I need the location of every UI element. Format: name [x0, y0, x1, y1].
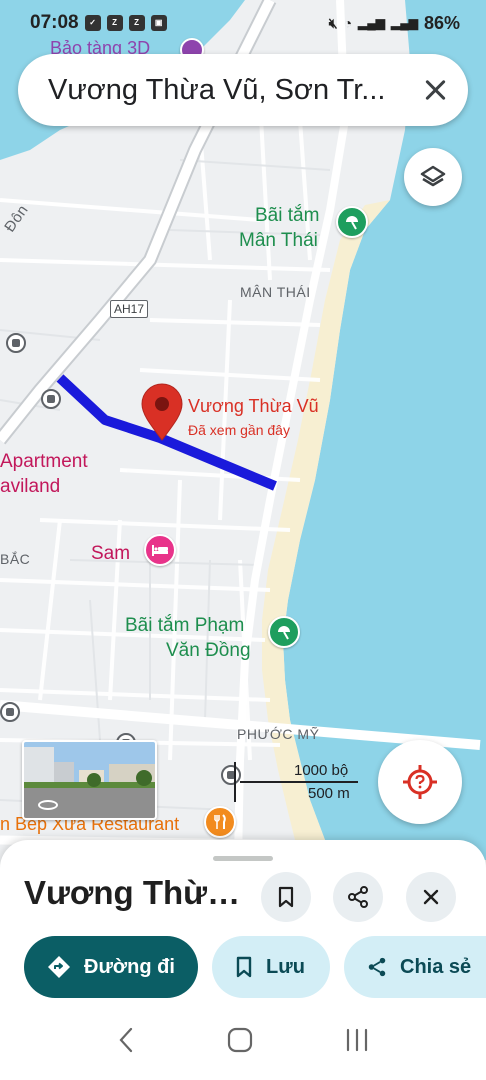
- label-apartment-1[interactable]: Apartment: [0, 450, 88, 474]
- maps-screen: Bảo tàng 3D Bãi tắm Mân Thái MÂN THÁI AH…: [0, 0, 486, 1080]
- back-icon[interactable]: [116, 1026, 136, 1054]
- label-bac: BẮC: [0, 551, 31, 567]
- close-sheet-button[interactable]: [406, 872, 456, 922]
- battery-level: 86%: [423, 12, 460, 33]
- layers-icon: [420, 165, 446, 187]
- scale-metric: 500 m: [308, 785, 350, 802]
- layers-button[interactable]: [404, 148, 462, 206]
- my-location-button[interactable]: [378, 740, 462, 824]
- label-beach-man-thai-1[interactable]: Bãi tắm: [255, 204, 319, 228]
- street-view-thumbnail[interactable]: [22, 740, 157, 820]
- zalo-icon: Z: [106, 15, 123, 31]
- bus-stop-icon[interactable]: [0, 702, 20, 722]
- label-beach-man-thai-2[interactable]: Mân Thái: [239, 229, 318, 253]
- search-query[interactable]: Vương Thừa Vũ, Sơn Tr...: [48, 74, 420, 107]
- signal-lte2-icon: ▂▄▆: [391, 16, 418, 30]
- check-icon: ✓: [84, 15, 101, 31]
- directions-icon: [48, 956, 70, 978]
- label-recently-viewed: Đã xem gần đây: [188, 422, 290, 438]
- place-title: Vương Thừa...: [24, 874, 244, 911]
- bookmark-icon: [236, 956, 252, 978]
- status-bar: 07:08 ✓ Z Z ▣ 🔇︎ ◔ ▂▄▆ ▂▄▆ 86%: [0, 0, 486, 46]
- beach-umbrella-icon[interactable]: [336, 206, 368, 238]
- location-unknown-icon: [403, 765, 437, 799]
- share-chip-button[interactable]: Chia sẻ: [344, 936, 486, 998]
- bookmark-button[interactable]: [261, 872, 311, 922]
- label-apartment-2[interactable]: aviland: [0, 475, 60, 499]
- label-beach-pvd-2[interactable]: Văn Đồng: [166, 639, 251, 663]
- bus-stop-icon[interactable]: [41, 389, 61, 409]
- search-bar[interactable]: Vương Thừa Vũ, Sơn Tr...: [18, 54, 468, 126]
- hotel-icon[interactable]: [144, 534, 176, 566]
- label-phuoc-my: PHƯỚC MỸ: [237, 726, 320, 742]
- map-scale: 1000 bộ 500 m: [234, 762, 358, 802]
- status-time: 07:08: [30, 12, 79, 33]
- share-icon: [368, 957, 386, 977]
- sheet-drag-handle[interactable]: [213, 856, 273, 861]
- label-selected-place[interactable]: Vương Thừa Vũ: [188, 396, 319, 417]
- directions-label: Đường đi: [84, 955, 175, 978]
- road-shield-ah17: AH17: [110, 300, 149, 318]
- share-button[interactable]: [333, 872, 383, 922]
- mute-icon: 🔇︎: [328, 14, 338, 31]
- wifi-icon: ◔: [343, 15, 353, 31]
- home-icon[interactable]: [227, 1027, 253, 1053]
- bookmark-icon: [278, 886, 294, 908]
- label-district-man-thai: MÂN THÁI: [240, 284, 311, 300]
- label-sam[interactable]: Sam: [91, 542, 130, 566]
- beach-umbrella-icon[interactable]: [268, 616, 300, 648]
- system-nav-bar: [0, 1000, 486, 1080]
- street-view-360-icon: [38, 800, 58, 810]
- restaurant-icon[interactable]: [204, 806, 236, 838]
- image-icon: ▣: [150, 15, 167, 31]
- recents-icon[interactable]: [344, 1028, 370, 1052]
- save-label: Lưu: [266, 955, 305, 978]
- bus-stop-icon[interactable]: [6, 333, 26, 353]
- zalo-icon: Z: [128, 15, 145, 31]
- close-icon: [423, 889, 439, 905]
- save-button[interactable]: Lưu: [212, 936, 330, 998]
- close-icon[interactable]: [420, 75, 450, 105]
- label-beach-pvd-1[interactable]: Bãi tắm Phạm: [125, 614, 244, 638]
- share-icon: [348, 886, 368, 908]
- scale-imperial: 1000 bộ: [294, 762, 349, 779]
- share-label: Chia sẻ: [400, 955, 472, 978]
- directions-button[interactable]: Đường đi: [24, 936, 198, 998]
- signal-lte1-icon: ▂▄▆: [358, 16, 385, 30]
